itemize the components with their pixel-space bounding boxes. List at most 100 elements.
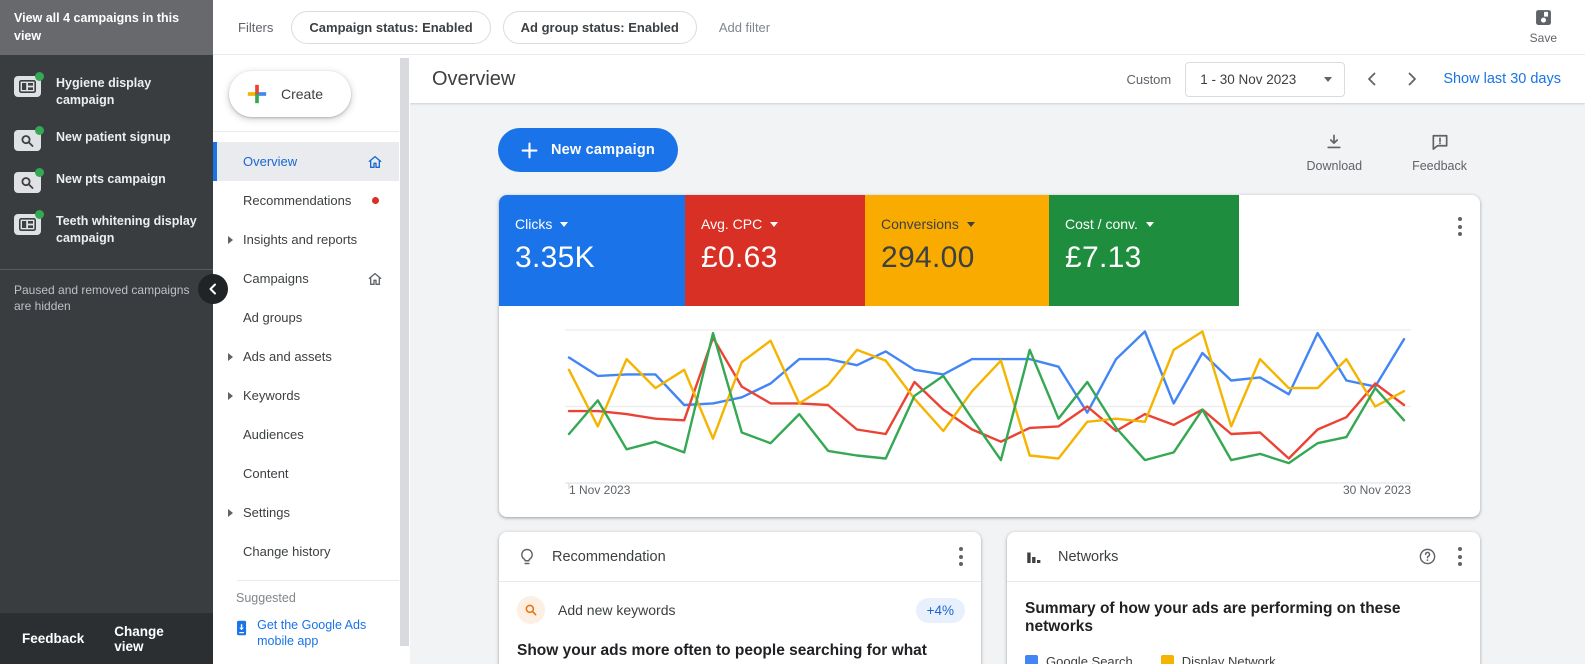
sidebar-footer: Feedback Change view (0, 612, 213, 664)
recommendation-item-label: Add new keywords (558, 602, 676, 618)
campaign-status-filter-pill[interactable]: Campaign status: Enabled (291, 11, 490, 44)
mobile-app-link-label: Get the Google Ads mobile app (257, 617, 378, 650)
view-all-campaigns[interactable]: View all 4 campaigns in this view (0, 0, 213, 55)
metric-label: Avg. CPC (701, 216, 762, 232)
nav-item-campaigns[interactable]: Campaigns (213, 259, 399, 298)
expand-arrow-icon (228, 509, 233, 517)
chart-card-menu-button[interactable] (1458, 217, 1462, 236)
nav-item-recommendations[interactable]: Recommendations (213, 181, 399, 220)
nav-item-content[interactable]: Content (213, 454, 399, 493)
metric-value: £0.63 (701, 241, 865, 275)
change-view-button[interactable]: Change view (114, 624, 191, 654)
sidebar-divider (0, 269, 213, 270)
metric-card-conversions[interactable]: Conversions 294.00 (865, 195, 1049, 306)
recommendation-item[interactable]: Add new keywords +4% (499, 582, 981, 624)
add-filter-button[interactable]: Add filter (719, 20, 770, 35)
x-axis-start-label: 1 Nov 2023 (569, 483, 630, 497)
mobile-app-icon (236, 617, 247, 639)
metric-card-cost-conv[interactable]: Cost / conv. £7.13 (1049, 195, 1239, 306)
legend-swatch (1025, 655, 1038, 664)
networks-card-header: Networks (1007, 532, 1480, 582)
feedback-button[interactable]: Feedback (1412, 132, 1467, 173)
campaign-item[interactable]: Hygiene display campaign (0, 65, 213, 119)
recommendation-description: Show your ads more often to people searc… (499, 624, 981, 664)
networks-legend: Google Search Display Network (1007, 636, 1480, 664)
overview-header: Overview Custom 1 - 30 Nov 2023 Show las… (410, 55, 1585, 103)
campaign-list: Hygiene display campaignNew patient sign… (0, 55, 213, 261)
campaign-item[interactable]: New pts campaign (0, 161, 213, 203)
legend-entry: Google Search (1025, 654, 1133, 664)
create-section: Create (213, 55, 399, 132)
networks-summary: Summary of how your ads are performing o… (1007, 582, 1480, 636)
hidden-campaigns-note: Paused and removed campaigns are hidden (0, 282, 213, 316)
scrollbar-thumb[interactable] (400, 58, 409, 646)
nav-item-overview[interactable]: Overview (213, 142, 399, 181)
save-icon (1533, 7, 1554, 28)
nav-item-ads-and-assets[interactable]: Ads and assets (213, 337, 399, 376)
ad-group-status-filter-pill[interactable]: Ad group status: Enabled (503, 11, 697, 44)
nav-item-ad-groups[interactable]: Ad groups (213, 298, 399, 337)
home-icon (367, 271, 383, 287)
next-period-button[interactable] (1399, 66, 1425, 92)
recommendation-card: Recommendation Add new keywords +4% Show… (499, 532, 981, 664)
chevron-down-icon (1146, 222, 1154, 227)
nav-item-audiences[interactable]: Audiences (213, 415, 399, 454)
nav-item-label: Recommendations (243, 193, 351, 208)
feedback-label: Feedback (1412, 159, 1467, 173)
legend-entry: Display Network (1161, 654, 1276, 664)
nav-item-label: Campaigns (243, 271, 309, 286)
google-ads-overview-page: View all 4 campaigns in this view Hygien… (0, 0, 1585, 664)
date-mode-label: Custom (1126, 72, 1171, 87)
networks-help-button[interactable] (1416, 546, 1438, 568)
uplift-badge: +4% (916, 598, 965, 623)
date-range-value: 1 - 30 Nov 2023 (1200, 72, 1296, 87)
recommendation-card-header: Recommendation (499, 532, 981, 582)
metric-label: Clicks (515, 216, 552, 232)
metric-value: 294.00 (881, 241, 1049, 275)
metric-card-clicks[interactable]: Clicks3.35K (499, 195, 685, 306)
create-button[interactable]: Create (229, 71, 351, 117)
expand-arrow-icon (228, 353, 233, 361)
nav-item-settings[interactable]: Settings (213, 493, 399, 532)
filter-bar: Filters Campaign status: Enabled Ad grou… (213, 0, 1585, 55)
download-button[interactable]: Download (1307, 132, 1363, 173)
sidebar-feedback-button[interactable]: Feedback (22, 631, 84, 646)
chevron-left-icon (1364, 71, 1380, 87)
nav-item-insights-and-reports[interactable]: Insights and reports (213, 220, 399, 259)
plus-icon (521, 142, 538, 159)
chevron-down-icon (1324, 77, 1332, 82)
networks-card-menu-button[interactable] (1458, 547, 1462, 566)
nav-list: Overview Recommendations Insights and repo… (213, 132, 399, 571)
search-campaign-icon (14, 130, 41, 151)
previous-period-button[interactable] (1359, 66, 1385, 92)
recommendation-card-menu-button[interactable] (959, 547, 963, 566)
campaign-item[interactable]: New patient signup (0, 119, 213, 161)
display-campaign-icon (14, 76, 41, 97)
main-content: Overview Custom 1 - 30 Nov 2023 Show las… (410, 55, 1585, 664)
nav-item-keywords[interactable]: Keywords (213, 376, 399, 415)
mobile-app-link[interactable]: Get the Google Ads mobile app (213, 615, 378, 650)
metric-label: Conversions (881, 216, 959, 232)
scrollbar-track[interactable] (399, 55, 410, 664)
feedback-icon (1430, 132, 1450, 152)
metric-label: Cost / conv. (1065, 216, 1138, 232)
campaign-status-dot-enabled (35, 72, 44, 81)
display-campaign-icon (14, 214, 41, 235)
legend-swatch (1161, 655, 1174, 664)
date-range-picker[interactable]: 1 - 30 Nov 2023 (1185, 62, 1345, 97)
overview-body: New campaign Download Feedbac (410, 103, 1585, 664)
show-last-30-days-link[interactable]: Show last 30 days (1443, 71, 1561, 87)
save-button[interactable]: Save (1530, 7, 1557, 45)
nav-item-label: Audiences (243, 427, 304, 442)
nav-item-label: Overview (243, 154, 297, 169)
nav-item-change-history[interactable]: Change history (213, 532, 399, 571)
metric-value: £7.13 (1065, 241, 1239, 275)
campaign-status-dot-enabled (35, 126, 44, 135)
metric-card-avg-cpc[interactable]: Avg. CPC £0.63 (685, 195, 865, 306)
download-label: Download (1307, 159, 1363, 173)
expand-arrow-icon (228, 236, 233, 244)
campaign-item[interactable]: Teeth whitening display campaign (0, 203, 213, 257)
new-campaign-button[interactable]: New campaign (498, 128, 678, 172)
nav-item-label: Content (243, 466, 289, 481)
collapse-sidebar-button[interactable] (198, 274, 228, 304)
